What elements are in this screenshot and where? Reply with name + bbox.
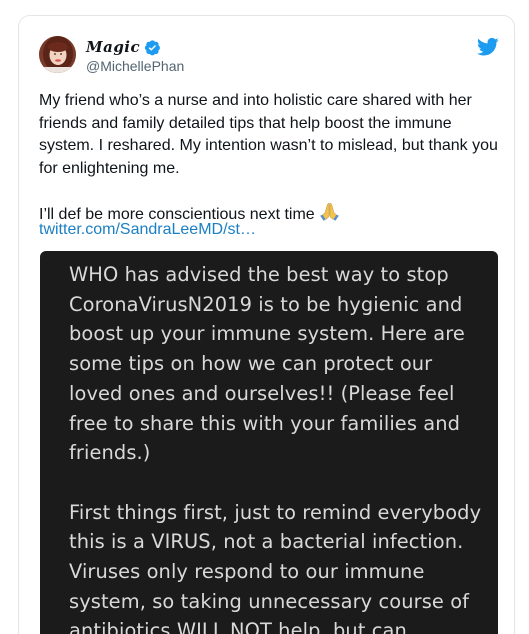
tweet-link[interactable]: twitter.com/SandraLeeMD/st…	[39, 221, 256, 239]
media-paragraph: WHO has advised the best way to stop Cor…	[69, 263, 465, 465]
embedded-tweet-card[interactable]: Magic @MichellePhan My friend who’s a nu…	[18, 15, 515, 634]
twitter-bird-icon[interactable]	[477, 37, 499, 57]
tweet-media-image[interactable]: WHO has advised the best way to stop Cor…	[40, 251, 498, 634]
tweet-text: My friend who’s a nurse and into holisti…	[39, 90, 499, 229]
avatar[interactable]	[39, 36, 76, 73]
display-name[interactable]: Magic	[86, 38, 140, 56]
display-name-row: Magic	[86, 37, 184, 57]
media-text: WHO has advised the best way to stop Cor…	[69, 260, 489, 634]
media-paragraph: First things first, just to remind every…	[69, 500, 482, 634]
tweet-header: Magic @MichellePhan	[39, 36, 499, 76]
avatar-image	[39, 36, 76, 73]
verified-badge-icon	[144, 39, 161, 56]
folded-hands-emoji	[319, 202, 340, 229]
tweet-paragraph: My friend who’s a nurse and into holisti…	[39, 92, 498, 177]
author-handle[interactable]: @MichellePhan	[86, 58, 184, 74]
author-names: Magic @MichellePhan	[86, 37, 184, 74]
